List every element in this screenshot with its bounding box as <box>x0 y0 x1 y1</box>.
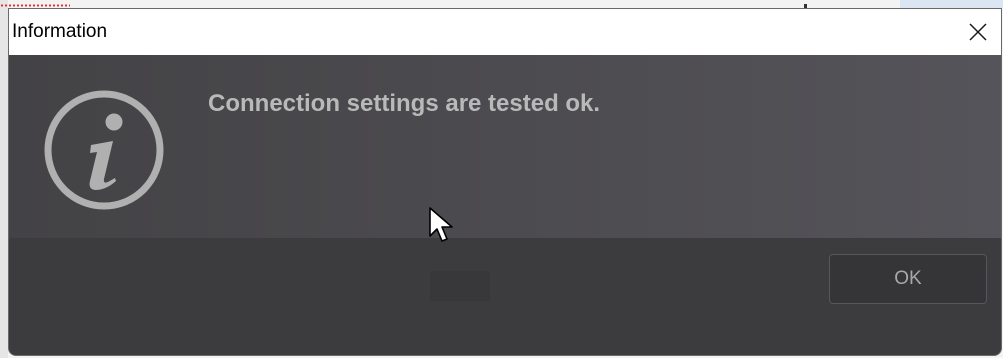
spellcheck-underline <box>0 4 70 7</box>
dialog-message: Connection settings are tested ok. <box>208 90 601 117</box>
close-icon <box>969 23 987 41</box>
information-dialog: Information Connection settings are test… <box>8 8 1002 356</box>
mouse-pointer-icon <box>429 207 453 242</box>
info-icon <box>44 90 164 210</box>
ok-button[interactable]: OK <box>829 254 987 304</box>
background-window-strip <box>900 0 1003 8</box>
dialog-body: Connection settings are tested ok. <box>9 55 1001 238</box>
hidden-button-area <box>430 271 490 301</box>
close-button[interactable] <box>955 9 1001 55</box>
dialog-footer: OK <box>9 238 1001 355</box>
background-window-edge <box>0 0 8 358</box>
dialog-title: Information <box>12 21 108 42</box>
dialog-titlebar: Information <box>9 9 1001 55</box>
